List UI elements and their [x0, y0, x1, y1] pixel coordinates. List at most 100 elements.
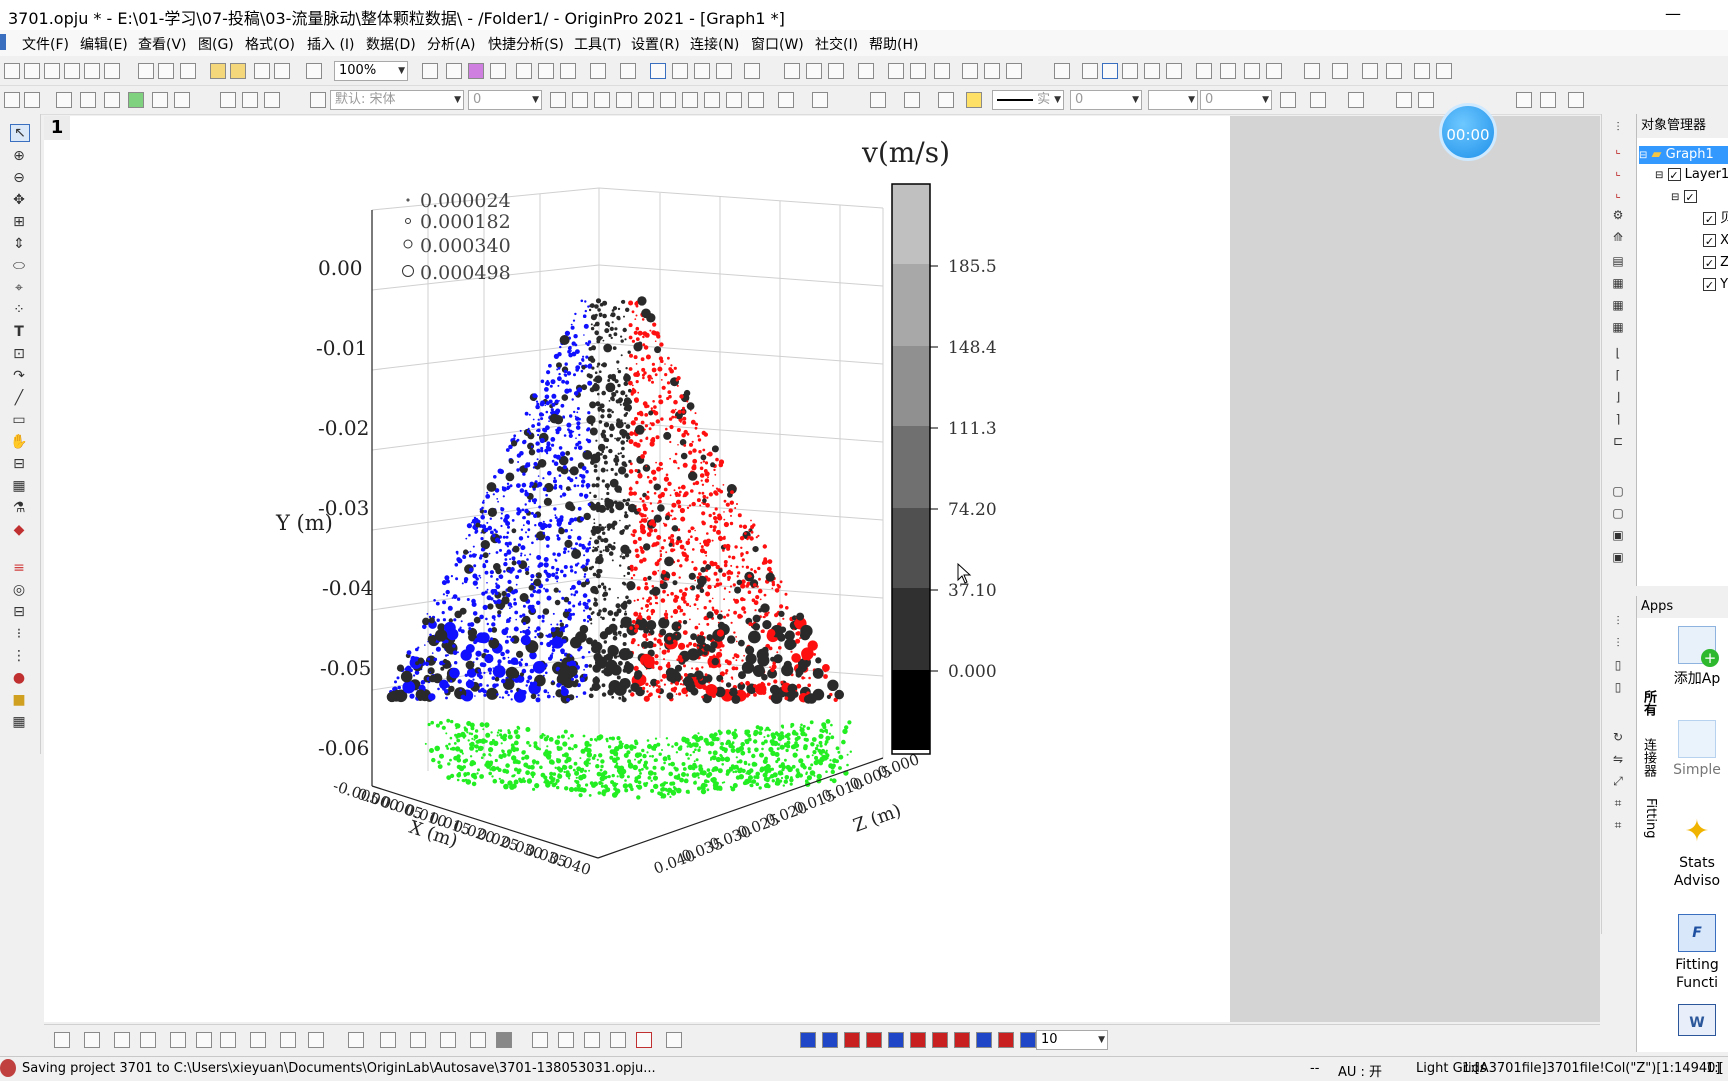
- back-icon[interactable]: ▣: [1610, 550, 1626, 564]
- scale-icon[interactable]: ⊞: [10, 214, 28, 230]
- new-folder-icon[interactable]: [24, 63, 40, 79]
- arrow-right-icon[interactable]: [1362, 63, 1378, 79]
- tilt-up-icon[interactable]: [844, 1032, 860, 1048]
- line-style-combo[interactable]: 实 ▼: [992, 90, 1064, 110]
- align-top-icon[interactable]: ⌈: [1610, 368, 1626, 382]
- align-right-icon[interactable]: ⌋: [1610, 390, 1626, 404]
- line-draw-icon[interactable]: [54, 1032, 70, 1048]
- box-draw-icon[interactable]: [196, 1032, 212, 1048]
- surface-draw-icon[interactable]: [348, 1032, 364, 1048]
- filter-icon[interactable]: [962, 63, 978, 79]
- zoom-out-icon[interactable]: ⊖: [10, 170, 28, 186]
- decrease-font-icon[interactable]: [726, 92, 742, 108]
- distribute-h-icon[interactable]: ⫶: [1610, 614, 1626, 628]
- tree-item-graph[interactable]: ⊟ ▰ Graph1: [1639, 146, 1728, 164]
- draw-data-icon[interactable]: ◆: [10, 522, 28, 538]
- grid-icon[interactable]: ▦: [10, 714, 28, 730]
- print-icon[interactable]: [422, 63, 438, 79]
- rotate-icon[interactable]: ↻: [1610, 730, 1626, 744]
- app-add[interactable]: + 添加Ap: [1665, 626, 1728, 688]
- front-icon[interactable]: ▣: [1610, 528, 1626, 542]
- rotate-ccw-icon[interactable]: [910, 1032, 926, 1048]
- ungroup-icon[interactable]: [1418, 92, 1434, 108]
- fit-frame-icon[interactable]: [976, 1032, 992, 1048]
- cut-icon[interactable]: [220, 92, 236, 108]
- ungroup-icon[interactable]: ▢: [1610, 506, 1626, 520]
- tree-item-series[interactable]: ✓ 贝: [1703, 210, 1728, 228]
- light-icon[interactable]: [966, 92, 982, 108]
- web-icon[interactable]: [174, 92, 190, 108]
- area-draw-icon[interactable]: [170, 1032, 186, 1048]
- move-icon[interactable]: ⇕: [10, 236, 28, 252]
- settings-icon[interactable]: [716, 63, 732, 79]
- group-icon[interactable]: ▢: [1610, 484, 1626, 498]
- border-icon[interactable]: [1310, 92, 1326, 108]
- screen-reader-icon[interactable]: ⊡: [10, 346, 28, 362]
- menu-quick-analysis[interactable]: 快捷分析(S): [488, 34, 564, 54]
- italic-icon[interactable]: [572, 92, 588, 108]
- rotate-icon[interactable]: ⬭: [10, 258, 28, 274]
- scatter-chart-icon[interactable]: [934, 63, 950, 79]
- app-word[interactable]: W: [1665, 1004, 1728, 1040]
- add-layer-icon[interactable]: ⫶: [1610, 120, 1626, 134]
- duplicate-icon[interactable]: [490, 63, 506, 79]
- snap-icon[interactable]: ⌗: [1610, 818, 1626, 832]
- graph-options-icon[interactable]: [666, 1032, 682, 1048]
- zoom-in-icon[interactable]: ⊕: [10, 148, 28, 164]
- tab-fitting[interactable]: Fitting: [1636, 798, 1658, 838]
- align-icon[interactable]: [1516, 92, 1532, 108]
- new-matrix-icon[interactable]: [84, 63, 100, 79]
- menu-window[interactable]: 窗口(W): [751, 34, 804, 54]
- legend-icon[interactable]: ⊟: [10, 604, 28, 620]
- menu-data[interactable]: 数据(D): [366, 34, 416, 54]
- perspective-icon[interactable]: [932, 1032, 948, 1048]
- recording-timer[interactable]: 00:00: [1439, 103, 1497, 161]
- set-y-icon[interactable]: [1102, 63, 1118, 79]
- tree-item-y-axis[interactable]: ✓ Y: [1703, 276, 1728, 294]
- menu-connect[interactable]: 连接(N): [690, 34, 739, 54]
- collapse-icon[interactable]: ⊟: [1639, 150, 1647, 161]
- merge-icon[interactable]: ⟰: [1610, 230, 1626, 244]
- stat-chart-2-icon[interactable]: [558, 1032, 574, 1048]
- group-icon[interactable]: [1396, 92, 1412, 108]
- subscript-icon[interactable]: [638, 92, 654, 108]
- menu-view[interactable]: 查看(V): [138, 34, 187, 54]
- project-explorer-icon[interactable]: [590, 63, 606, 79]
- data-reader-icon[interactable]: ⌖: [10, 280, 28, 296]
- arrow-right-3-icon[interactable]: [1414, 63, 1430, 79]
- add-layer-icon[interactable]: [744, 63, 760, 79]
- graph-explorer-icon[interactable]: [650, 63, 666, 79]
- tree-item-x-axis[interactable]: ✓ X: [1703, 232, 1728, 250]
- menu-help[interactable]: 帮助(H): [869, 34, 918, 54]
- new-notes-icon[interactable]: [158, 63, 174, 79]
- tree-item-z-axis[interactable]: ✓ Z: [1703, 254, 1728, 272]
- underline-icon[interactable]: [594, 92, 610, 108]
- pattern-icon[interactable]: [904, 92, 920, 108]
- add-right-y-icon[interactable]: ⌞: [1610, 186, 1626, 200]
- lock-icon[interactable]: [1568, 92, 1584, 108]
- supersub-icon[interactable]: [660, 92, 676, 108]
- menu-graph[interactable]: 图(G): [198, 34, 234, 54]
- menu-social[interactable]: 社交(I): [815, 34, 858, 54]
- layer-icon[interactable]: ◎: [10, 582, 28, 598]
- same-width-icon[interactable]: ▯: [1610, 658, 1626, 672]
- lock-aspect-icon[interactable]: ⌗: [1610, 796, 1626, 810]
- collapse-icon[interactable]: ⊟: [1671, 192, 1679, 203]
- apps-gallery-icon[interactable]: [694, 63, 710, 79]
- bullets-icon[interactable]: [778, 92, 794, 108]
- table-tool-icon[interactable]: ⋮: [10, 648, 28, 664]
- open-icon[interactable]: [210, 63, 226, 79]
- hand-icon[interactable]: ✋: [10, 434, 28, 450]
- app-fitting-function[interactable]: F Fitting Functi: [1665, 914, 1728, 992]
- next-icon[interactable]: [1244, 63, 1260, 79]
- menu-file[interactable]: 文件(F): [22, 34, 69, 54]
- stat-chart-icon[interactable]: [532, 1032, 548, 1048]
- tilt-down-icon[interactable]: [866, 1032, 882, 1048]
- command-window-icon[interactable]: [560, 63, 576, 79]
- pattern-fill-icon[interactable]: [1280, 92, 1296, 108]
- matrix-icon[interactable]: [440, 1032, 456, 1048]
- polar-draw-icon[interactable]: [250, 1032, 266, 1048]
- same-height-icon[interactable]: ▯: [1610, 680, 1626, 694]
- x-axis-checkbox[interactable]: ✓: [1703, 234, 1716, 248]
- last-icon[interactable]: [1266, 63, 1282, 79]
